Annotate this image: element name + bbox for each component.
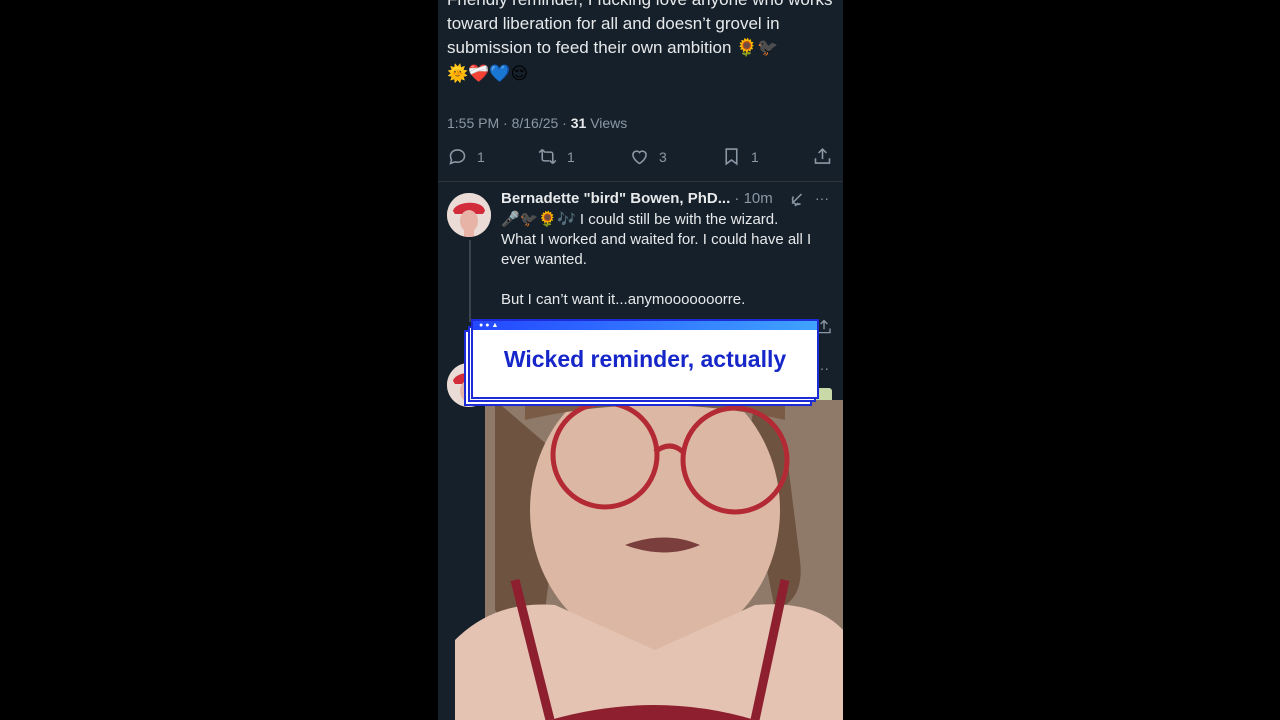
- tweet-text: Friendly reminder, I fucking love anyone…: [447, 0, 833, 57]
- tweet-actions: 1 1 3 1: [438, 146, 843, 170]
- like-button[interactable]: 3: [629, 146, 667, 167]
- retweet-button[interactable]: 1: [537, 146, 575, 167]
- reply-author[interactable]: Bernadette "bird" Bowen, PhD...: [501, 190, 730, 207]
- tweet-timestamp: 1:55 PM · 8/16/25 ·: [447, 115, 567, 131]
- reply-time: · 10m: [734, 190, 773, 207]
- views-label: Views: [590, 115, 628, 131]
- like-count: 3: [659, 148, 667, 165]
- grok-icon[interactable]: [789, 192, 805, 208]
- retweet-icon: [538, 148, 557, 165]
- more-icon[interactable]: ···: [815, 190, 829, 206]
- caption-overlay: ●●▲ Wicked reminder, actually: [464, 316, 819, 406]
- speaker-video: [455, 400, 843, 720]
- thread-line: [469, 240, 471, 322]
- tweet-meta: 1:55 PM · 8/16/25 · 31 Views: [447, 114, 627, 132]
- caption-window: ●●▲ Wicked reminder, actually: [471, 319, 819, 399]
- reply-icon: [449, 149, 466, 165]
- bookmark-icon: [725, 148, 738, 166]
- retweet-count: 1: [567, 148, 575, 165]
- avatar-photo: [447, 193, 491, 237]
- tweet-emoji-line: 🌞❤️‍🩹💙😌: [447, 64, 529, 83]
- window-dots-icon: ●●▲: [479, 322, 501, 329]
- tweet-screen: Friendly reminder, I fucking love anyone…: [438, 0, 843, 720]
- bookmark-button[interactable]: 1: [721, 146, 759, 167]
- speaker-portrait: [455, 400, 843, 720]
- caption-titlebar: ●●▲: [473, 321, 817, 330]
- reply-text: 🎤🐦‍⬛🌻🎶 I could still be with the wizard.…: [501, 211, 812, 308]
- divider: [438, 181, 843, 182]
- views-count: 31: [570, 115, 587, 131]
- share-button[interactable]: [812, 146, 833, 167]
- avatar[interactable]: [447, 193, 491, 237]
- bookmark-count: 1: [751, 148, 759, 165]
- reply-count: 1: [477, 148, 485, 165]
- caption-text: Wicked reminder, actually: [503, 346, 787, 372]
- like-icon: [632, 150, 647, 165]
- share-icon: [814, 147, 831, 164]
- reply-button[interactable]: 1: [447, 146, 485, 167]
